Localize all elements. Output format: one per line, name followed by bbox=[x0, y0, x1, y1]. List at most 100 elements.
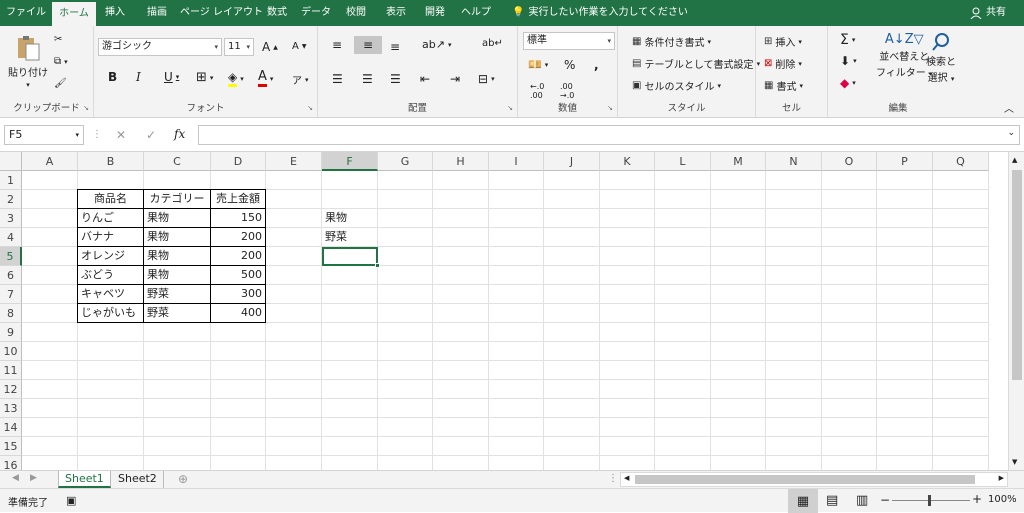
tab-3[interactable]: 描画 bbox=[134, 0, 180, 26]
active-cell-f5[interactable] bbox=[322, 247, 378, 266]
enter-icon[interactable]: ✓ bbox=[146, 128, 156, 142]
cell-h6[interactable] bbox=[433, 266, 489, 285]
cell-p9[interactable] bbox=[877, 323, 933, 342]
cell-o11[interactable] bbox=[822, 361, 877, 380]
cell-l11[interactable] bbox=[655, 361, 711, 380]
row-header-15[interactable]: 15 bbox=[0, 437, 22, 456]
row-header-4[interactable]: 4 bbox=[0, 228, 22, 247]
paste-button[interactable]: 貼り付け ▾ bbox=[8, 34, 48, 89]
zoom-in-icon[interactable]: + bbox=[972, 492, 982, 506]
cell-e3[interactable] bbox=[266, 209, 322, 228]
format-as-table-button[interactable]: ▤ テーブルとして書式設定 ▾ bbox=[632, 56, 760, 71]
cell-g7[interactable] bbox=[378, 285, 433, 304]
cell-m7[interactable] bbox=[711, 285, 766, 304]
find-select-button[interactable]: 検索と 選択 ▾ bbox=[926, 32, 956, 84]
cell-q6[interactable] bbox=[933, 266, 989, 285]
cell-a15[interactable] bbox=[22, 437, 78, 456]
cell-q8[interactable] bbox=[933, 304, 989, 323]
column-header-c[interactable]: C bbox=[144, 152, 211, 171]
column-header-b[interactable]: B bbox=[78, 152, 144, 171]
cell-j14[interactable] bbox=[544, 418, 600, 437]
column-header-e[interactable]: E bbox=[266, 152, 322, 171]
zoom-slider[interactable] bbox=[892, 500, 970, 501]
cell-i15[interactable] bbox=[489, 437, 544, 456]
cell-n11[interactable] bbox=[766, 361, 822, 380]
cell-o12[interactable] bbox=[822, 380, 877, 399]
cell-l12[interactable] bbox=[655, 380, 711, 399]
row-header-12[interactable]: 12 bbox=[0, 380, 22, 399]
horizontal-scroll-thumb[interactable] bbox=[635, 475, 975, 484]
cell-g3[interactable] bbox=[378, 209, 433, 228]
cell-o15[interactable] bbox=[822, 437, 877, 456]
cell-l5[interactable] bbox=[655, 247, 711, 266]
cell-h4[interactable] bbox=[433, 228, 489, 247]
accounting-icon[interactable]: 💴 ▾ bbox=[528, 58, 548, 71]
row-header-13[interactable]: 13 bbox=[0, 399, 22, 418]
cut-icon[interactable]: ✂ bbox=[54, 34, 62, 45]
decrease-indent-icon[interactable]: ⇤ bbox=[420, 72, 430, 86]
cell-c15[interactable] bbox=[144, 437, 211, 456]
cell-b16[interactable] bbox=[78, 456, 144, 470]
row-header-11[interactable]: 11 bbox=[0, 361, 22, 380]
column-header-q[interactable]: Q bbox=[933, 152, 989, 171]
normal-view-icon[interactable]: ▦ bbox=[788, 489, 818, 513]
cell-a5[interactable] bbox=[22, 247, 78, 266]
cell-f3[interactable]: 果物 bbox=[322, 209, 378, 228]
cell-g12[interactable] bbox=[378, 380, 433, 399]
zoom-level[interactable]: 100% bbox=[988, 494, 1017, 505]
format-cells-button[interactable]: ▦ 書式 ▾ bbox=[764, 78, 803, 93]
cell-e8[interactable] bbox=[266, 304, 322, 323]
cell-k7[interactable] bbox=[600, 285, 655, 304]
cell-i6[interactable] bbox=[489, 266, 544, 285]
comma-icon[interactable]: , bbox=[594, 58, 599, 72]
cell-c6[interactable]: 果物 bbox=[143, 265, 211, 285]
cell-j1[interactable] bbox=[544, 171, 600, 190]
cell-l2[interactable] bbox=[655, 190, 711, 209]
cell-g10[interactable] bbox=[378, 342, 433, 361]
cell-l15[interactable] bbox=[655, 437, 711, 456]
cell-h5[interactable] bbox=[433, 247, 489, 266]
cell-n15[interactable] bbox=[766, 437, 822, 456]
cell-e16[interactable] bbox=[266, 456, 322, 470]
cell-p2[interactable] bbox=[877, 190, 933, 209]
row-header-1[interactable]: 1 bbox=[0, 171, 22, 190]
zoom-slider-thumb[interactable] bbox=[928, 495, 931, 506]
underline-icon[interactable]: U ▾ bbox=[164, 70, 179, 84]
cell-n14[interactable] bbox=[766, 418, 822, 437]
cell-h7[interactable] bbox=[433, 285, 489, 304]
page-break-view-icon[interactable]: ▥ bbox=[856, 493, 868, 508]
cell-h1[interactable] bbox=[433, 171, 489, 190]
cell-n4[interactable] bbox=[766, 228, 822, 247]
cell-q1[interactable] bbox=[933, 171, 989, 190]
sheet-tab-sheet1[interactable]: Sheet1 bbox=[58, 471, 111, 488]
cell-n16[interactable] bbox=[766, 456, 822, 470]
cell-p4[interactable] bbox=[877, 228, 933, 247]
wrap-text-icon[interactable]: ab↵ bbox=[482, 38, 503, 49]
cell-n12[interactable] bbox=[766, 380, 822, 399]
cell-h13[interactable] bbox=[433, 399, 489, 418]
cell-c11[interactable] bbox=[144, 361, 211, 380]
cell-b4[interactable]: バナナ bbox=[77, 227, 144, 247]
launcher-icon[interactable]: ↘ bbox=[307, 104, 313, 112]
cell-i2[interactable] bbox=[489, 190, 544, 209]
column-header-n[interactable]: N bbox=[766, 152, 822, 171]
cell-l4[interactable] bbox=[655, 228, 711, 247]
cell-m15[interactable] bbox=[711, 437, 766, 456]
fill-icon[interactable]: ⬇ ▾ bbox=[840, 54, 857, 68]
cell-j4[interactable] bbox=[544, 228, 600, 247]
cell-m11[interactable] bbox=[711, 361, 766, 380]
new-sheet-icon[interactable]: ⊕ bbox=[178, 472, 188, 486]
cell-f14[interactable] bbox=[322, 418, 378, 437]
cell-a1[interactable] bbox=[22, 171, 78, 190]
cell-k13[interactable] bbox=[600, 399, 655, 418]
cell-styles-button[interactable]: ▣ セルのスタイル ▾ bbox=[632, 78, 721, 93]
cell-e10[interactable] bbox=[266, 342, 322, 361]
cell-o14[interactable] bbox=[822, 418, 877, 437]
cell-e7[interactable] bbox=[266, 285, 322, 304]
column-header-p[interactable]: P bbox=[877, 152, 933, 171]
percent-icon[interactable]: % bbox=[564, 58, 575, 72]
cell-m12[interactable] bbox=[711, 380, 766, 399]
tab-8[interactable]: 表示 bbox=[376, 0, 416, 26]
column-header-h[interactable]: H bbox=[433, 152, 489, 171]
cell-g4[interactable] bbox=[378, 228, 433, 247]
